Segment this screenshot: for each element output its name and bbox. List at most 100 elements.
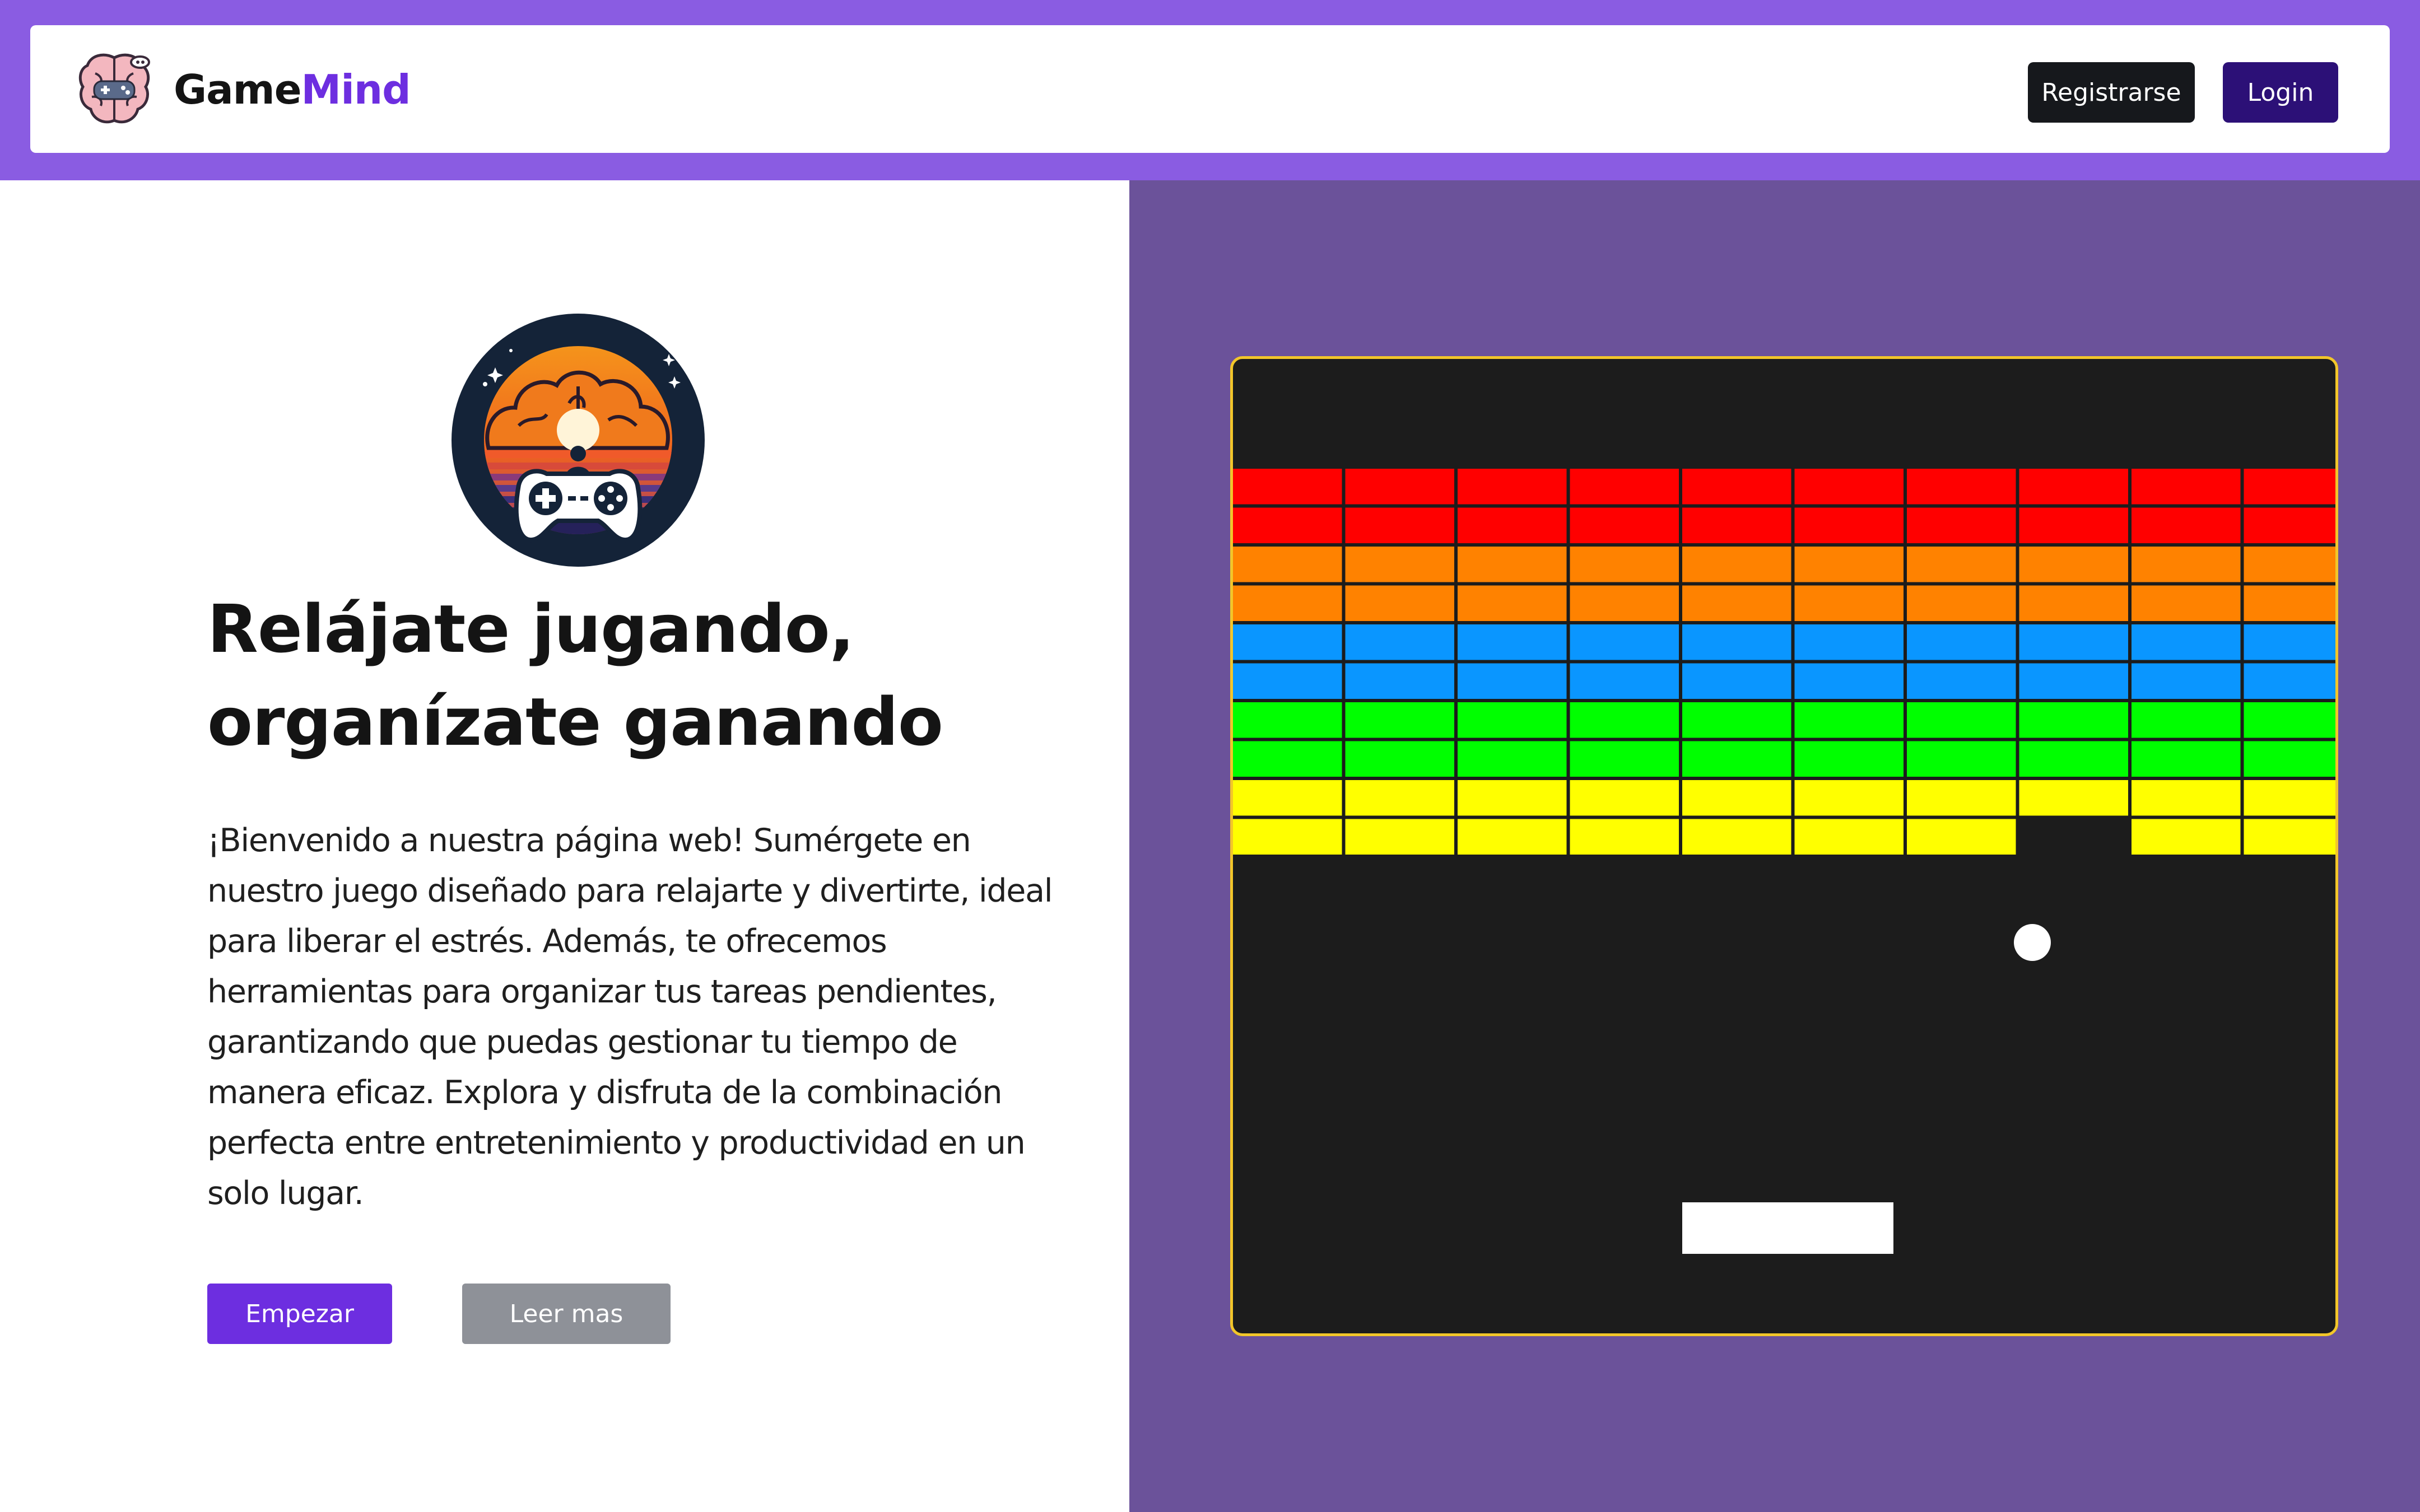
brick	[1907, 547, 2016, 582]
brick	[1570, 780, 1679, 816]
brick	[2244, 469, 2335, 505]
brick	[1794, 547, 1904, 582]
headline-line-1: Relájate jugando,	[207, 590, 854, 668]
brick	[2132, 819, 2241, 855]
brick	[1907, 702, 2016, 738]
brick	[2132, 702, 2241, 738]
brick	[1907, 741, 2016, 777]
brick	[2132, 469, 2241, 505]
header-band: GameMind Registrarse Login	[0, 0, 2420, 180]
brick	[1458, 741, 1567, 777]
breakout-game-canvas[interactable]	[1230, 356, 2338, 1336]
brick	[2244, 507, 2335, 543]
brick	[2132, 663, 2241, 699]
brick	[1794, 780, 1904, 816]
brick	[1233, 547, 1342, 582]
brick	[1794, 741, 1904, 777]
brick	[1682, 507, 1791, 543]
brick	[1345, 624, 1454, 660]
brick	[1458, 547, 1567, 582]
brick	[2244, 741, 2335, 777]
brick	[1794, 819, 1904, 855]
hero-headline: Relájate jugando, organízate ganando	[207, 582, 1104, 768]
brick	[1233, 663, 1342, 699]
brick	[1570, 547, 1679, 582]
brick	[1458, 507, 1567, 543]
brick	[1570, 819, 1679, 855]
brick	[2132, 741, 2241, 777]
brick	[2019, 585, 2128, 621]
brick	[1458, 780, 1567, 816]
brick	[1345, 507, 1454, 543]
brick	[1458, 702, 1567, 738]
brick	[2019, 507, 2128, 543]
brick	[1570, 702, 1679, 738]
brick	[2244, 585, 2335, 621]
brick	[2132, 547, 2241, 582]
game-board	[1233, 469, 2335, 1254]
brain-sunset-gamepad-icon	[452, 314, 705, 567]
brick	[1233, 819, 1342, 855]
brick	[2244, 819, 2335, 855]
brick	[1458, 663, 1567, 699]
brick	[1794, 469, 1904, 505]
brick	[1682, 624, 1791, 660]
brick	[1907, 663, 2016, 699]
paddle	[1682, 1202, 1893, 1254]
brick	[1682, 547, 1791, 582]
brick	[1345, 663, 1454, 699]
brick	[1682, 585, 1791, 621]
brick	[1233, 741, 1342, 777]
brick	[1907, 469, 2016, 505]
brain-gamepad-icon	[78, 53, 150, 124]
brick	[1570, 624, 1679, 660]
headline-line-2: organízate ganando	[207, 683, 943, 760]
brick	[1345, 585, 1454, 621]
brick	[1345, 702, 1454, 738]
brick	[1682, 469, 1791, 505]
brick	[1794, 624, 1904, 660]
brick	[2244, 663, 2335, 699]
hero-intro-text: ¡Bienvenido a nuestra página web! Sumérg…	[207, 822, 1053, 1212]
brick	[1345, 819, 1454, 855]
brick	[2244, 547, 2335, 582]
brick	[1907, 507, 2016, 543]
brick	[2132, 585, 2241, 621]
brick	[1907, 624, 2016, 660]
brick	[2244, 780, 2335, 816]
brick	[1570, 585, 1679, 621]
brick	[1458, 819, 1567, 855]
brick	[2019, 741, 2128, 777]
brick	[1682, 780, 1791, 816]
brick	[1233, 507, 1342, 543]
navbar: GameMind Registrarse Login	[30, 25, 2390, 153]
brick	[2019, 702, 2128, 738]
brick	[1794, 702, 1904, 738]
brick	[1345, 780, 1454, 816]
brand-name-accent: Mind	[301, 66, 411, 113]
ball	[2014, 924, 2051, 961]
brick	[1233, 780, 1342, 816]
brand-name: GameMind	[174, 66, 411, 113]
register-button[interactable]: Registrarse	[2028, 62, 2195, 123]
brick	[2244, 624, 2335, 660]
brand[interactable]: GameMind	[75, 48, 411, 132]
brick	[1458, 469, 1567, 505]
start-button[interactable]: Empezar	[207, 1284, 392, 1344]
login-button[interactable]: Login	[2223, 62, 2338, 123]
brick	[1794, 507, 1904, 543]
brick	[1794, 585, 1904, 621]
brick	[2019, 547, 2128, 582]
brick	[2019, 624, 2128, 660]
brick	[2132, 624, 2241, 660]
brick	[1570, 741, 1679, 777]
brick	[1682, 741, 1791, 777]
brick	[1233, 585, 1342, 621]
brick	[1570, 663, 1679, 699]
brick	[1233, 702, 1342, 738]
read-more-button[interactable]: Leer mas	[462, 1284, 671, 1344]
brick	[1907, 819, 2016, 855]
brick	[1570, 507, 1679, 543]
brick	[1907, 585, 2016, 621]
brick	[2244, 702, 2335, 738]
